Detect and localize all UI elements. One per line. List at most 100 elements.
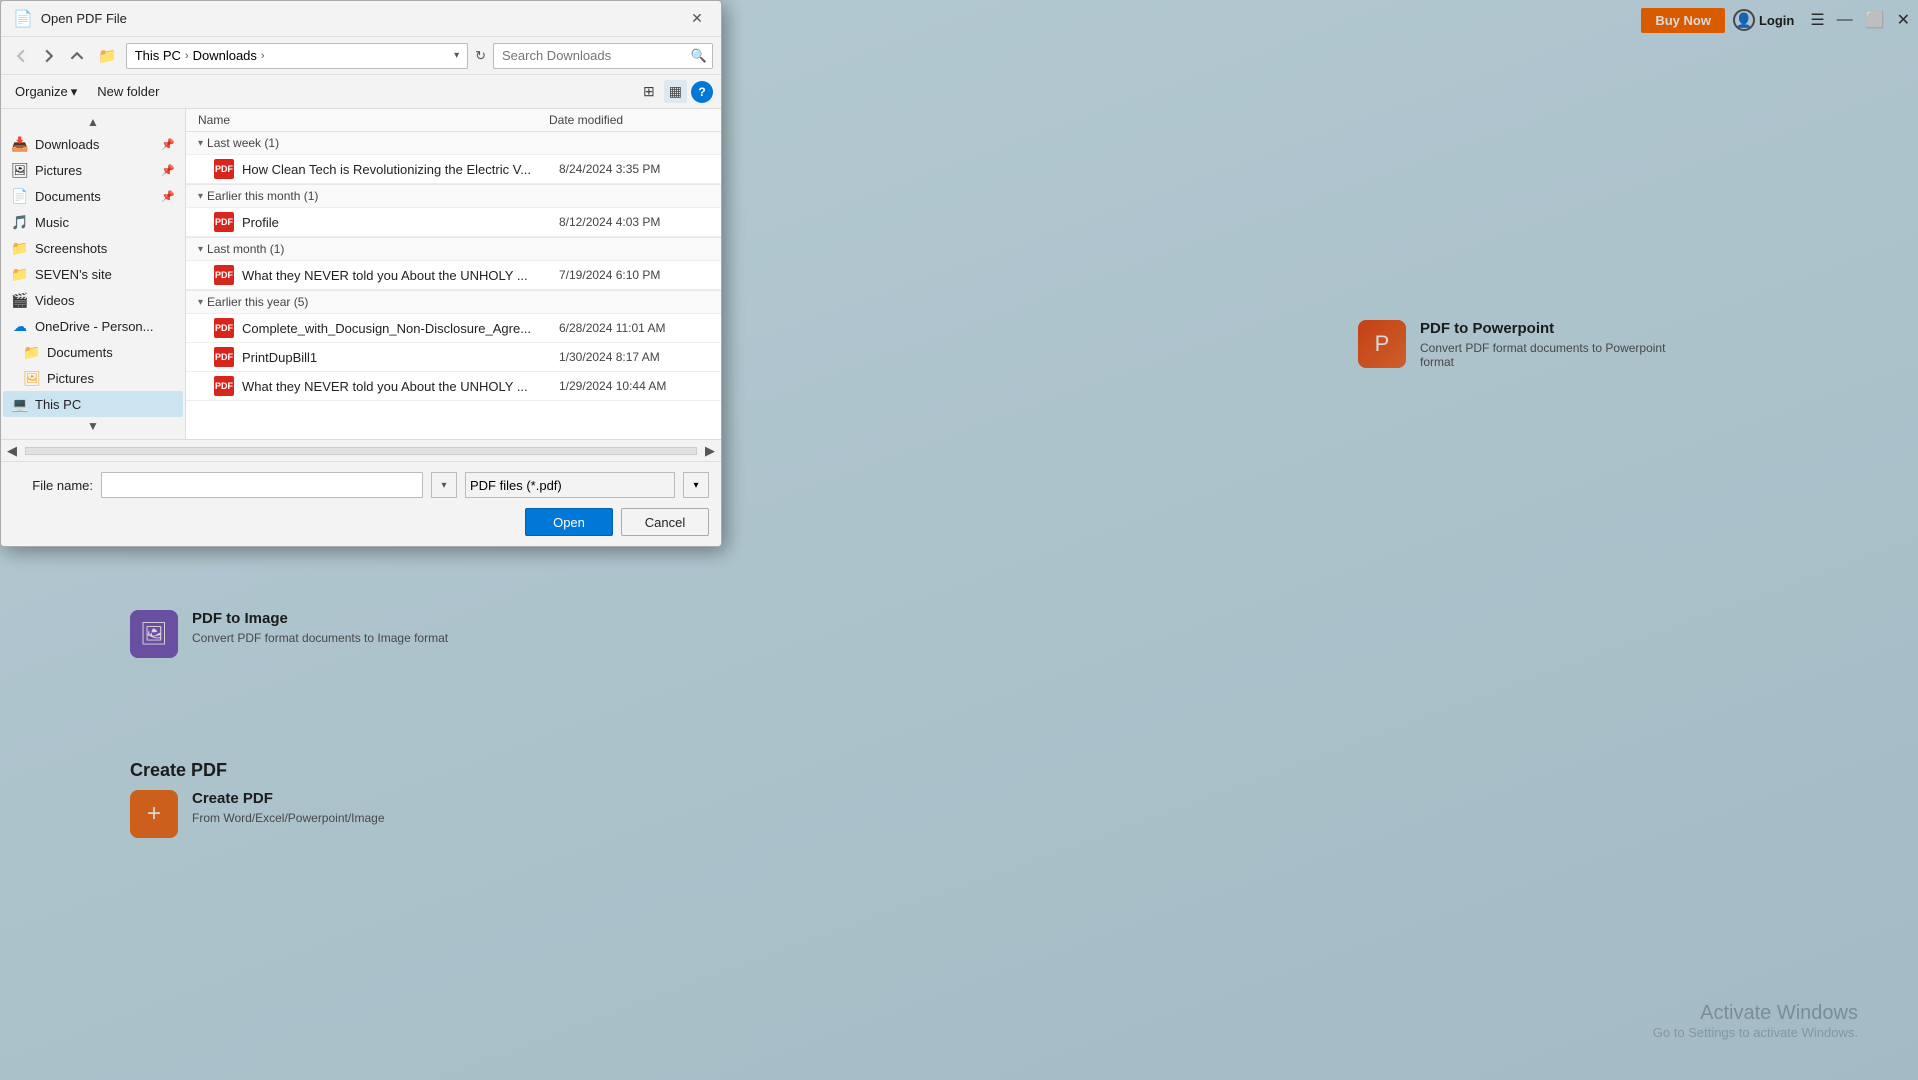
horizontal-scrollbar[interactable] [25,447,697,455]
group-label-2: Earlier this month (1) [207,189,318,203]
open-button[interactable]: Open [525,508,613,536]
sidebar-item-videos-label: Videos [35,293,75,308]
pin-icon-documents: 📌 [161,190,175,203]
sidebar-item-pictures[interactable]: 🖼 Pictures 📌 [3,157,183,183]
dialog-title: Open PDF File [41,11,127,26]
sidebar-item-onedrive[interactable]: ☁ OneDrive - Person... [3,313,183,339]
forward-button[interactable] [37,46,61,66]
dialog-filelist: Name Date modified ▾ Last week (1) PDF H… [186,109,721,439]
dialog-app-icon: 📄 [13,9,33,29]
view-list-button[interactable]: ⊞ [638,80,660,103]
dialog-bottom: File name: ▾ PDF files (*.pdf) ▾ Open Ca… [1,461,721,546]
group-chevron-4: ▾ [198,297,203,308]
dialog-toolbar: 📁 This PC › Downloads › ▾ ↻ 🔍 [1,37,721,75]
search-input[interactable] [493,43,713,69]
file-row-2[interactable]: PDF Profile 8/12/2024 4:03 PM [186,208,721,237]
file-date-6: 1/29/2024 10:44 AM [559,379,709,393]
sidebar-item-onedrive-documents-label: Documents [47,345,113,360]
group-earlier-month[interactable]: ▾ Earlier this month (1) [186,185,721,208]
search-wrapper: 🔍 [493,43,713,69]
file-name-3: What they NEVER told you About the UNHOL… [242,268,551,283]
breadcrumb-arrow-2: › [261,50,265,62]
file-row-1[interactable]: PDF How Clean Tech is Revolutionizing th… [186,155,721,184]
breadcrumb-bar[interactable]: This PC › Downloads › ▾ [126,43,468,69]
dialog-commandbar: Organize ▾ New folder ⊞ ▦ ? [1,75,721,109]
sidebar-item-onedrive-documents[interactable]: 📁 Documents [3,339,183,365]
scroll-left-button[interactable]: ◀ [1,443,23,459]
file-date-3: 7/19/2024 6:10 PM [559,268,709,282]
music-icon: 🎵 [11,213,29,231]
sidebar-item-documents-label: Documents [35,189,101,204]
breadcrumb-dropdown-icon[interactable]: ▾ [454,50,459,61]
filelist-bottomnav: ◀ ▶ [1,439,721,461]
sidebar-scroll-up-button[interactable]: ▲ [86,115,100,129]
dialog-close-button[interactable]: ✕ [685,7,709,31]
sidebar-item-downloads[interactable]: 📥 Downloads 📌 [3,131,183,157]
onedrive-icon: ☁ [11,317,29,335]
button-row: Open Cancel [13,508,709,536]
sevens-site-icon: 📁 [11,265,29,283]
group-last-week[interactable]: ▾ Last week (1) [186,132,721,155]
organize-chevron-icon: ▾ [71,84,78,100]
up-button[interactable] [65,46,89,66]
file-date-4: 6/28/2024 11:01 AM [559,321,709,335]
view-detail-button[interactable]: ▦ [664,80,687,103]
sidebar-scroll-down: ▼ [1,417,185,435]
sidebar-item-onedrive-label: OneDrive - Person... [35,319,154,334]
sidebar-item-pictures-label: Pictures [35,163,82,178]
thispc-icon: 💻 [11,395,29,413]
sidebar-item-onedrive-pictures[interactable]: 🖼 Pictures [3,365,183,391]
sidebar-item-sevens-site[interactable]: 📁 SEVEN's site [3,261,183,287]
dialog-main: ▲ 📥 Downloads 📌 🖼 Pictures 📌 📄 Documents… [1,109,721,439]
col-name[interactable]: Name [198,113,549,127]
sidebar-scroll-down-button[interactable]: ▼ [86,419,100,433]
file-name-6: What they NEVER told you About the UNHOL… [242,379,551,394]
back-button[interactable] [9,46,33,66]
cancel-button[interactable]: Cancel [621,508,709,536]
group-label-1: Last week (1) [207,136,279,150]
pin-icon-downloads: 📌 [161,138,175,151]
sidebar-item-music-label: Music [35,215,69,230]
sidebar-item-videos[interactable]: 🎬 Videos [3,287,183,313]
sidebar-item-documents[interactable]: 📄 Documents 📌 [3,183,183,209]
pdf-icon-4: PDF [214,318,234,338]
sidebar-item-sevens-site-label: SEVEN's site [35,267,112,282]
sidebar-item-screenshots[interactable]: 📁 Screenshots [3,235,183,261]
file-row-6[interactable]: PDF What they NEVER told you About the U… [186,372,721,401]
filename-dropdown-button[interactable]: ▾ [431,472,457,498]
filetype-dropdown-button[interactable]: ▾ [683,472,709,498]
group-last-month[interactable]: ▾ Last month (1) [186,238,721,261]
new-folder-button[interactable]: New folder [91,81,165,102]
sidebar-item-music[interactable]: 🎵 Music [3,209,183,235]
nav-folder-icon: 📁 [93,44,122,68]
pdf-icon-1: PDF [214,159,234,179]
refresh-button[interactable]: ↻ [472,45,489,67]
onedrive-documents-icon: 📁 [23,343,41,361]
filename-input[interactable] [101,472,423,498]
file-row-4[interactable]: PDF Complete_with_Docusign_Non-Disclosur… [186,314,721,343]
file-name-4: Complete_with_Docusign_Non-Disclosure_Ag… [242,321,551,336]
file-row-3[interactable]: PDF What they NEVER told you About the U… [186,261,721,290]
group-earlier-year[interactable]: ▾ Earlier this year (5) [186,291,721,314]
sidebar-item-onedrive-pictures-label: Pictures [47,371,94,386]
sidebar-scroll-up: ▲ [1,113,185,131]
file-row-5[interactable]: PDF PrintDupBill1 1/30/2024 8:17 AM [186,343,721,372]
file-name-2: Profile [242,215,551,230]
group-label-4: Earlier this year (5) [207,295,308,309]
organize-button[interactable]: Organize ▾ [9,81,83,103]
pdf-icon-5: PDF [214,347,234,367]
view-icons: ⊞ ▦ ? [638,80,713,103]
filename-label: File name: [13,478,93,493]
file-date-5: 1/30/2024 8:17 AM [559,350,709,364]
group-label-3: Last month (1) [207,242,284,256]
filename-row: File name: ▾ PDF files (*.pdf) ▾ [13,472,709,498]
breadcrumb-downloads: Downloads [193,48,257,63]
pdf-icon-6: PDF [214,376,234,396]
sidebar-item-thispc[interactable]: 💻 This PC [3,391,183,417]
scroll-right-button[interactable]: ▶ [699,443,721,459]
onedrive-pictures-icon: 🖼 [23,369,41,387]
sidebar-item-downloads-label: Downloads [35,137,99,152]
help-button[interactable]: ? [691,81,713,103]
filetype-select[interactable]: PDF files (*.pdf) [465,472,675,498]
open-file-dialog: 📄 Open PDF File ✕ 📁 This PC › Downloads … [0,0,722,547]
